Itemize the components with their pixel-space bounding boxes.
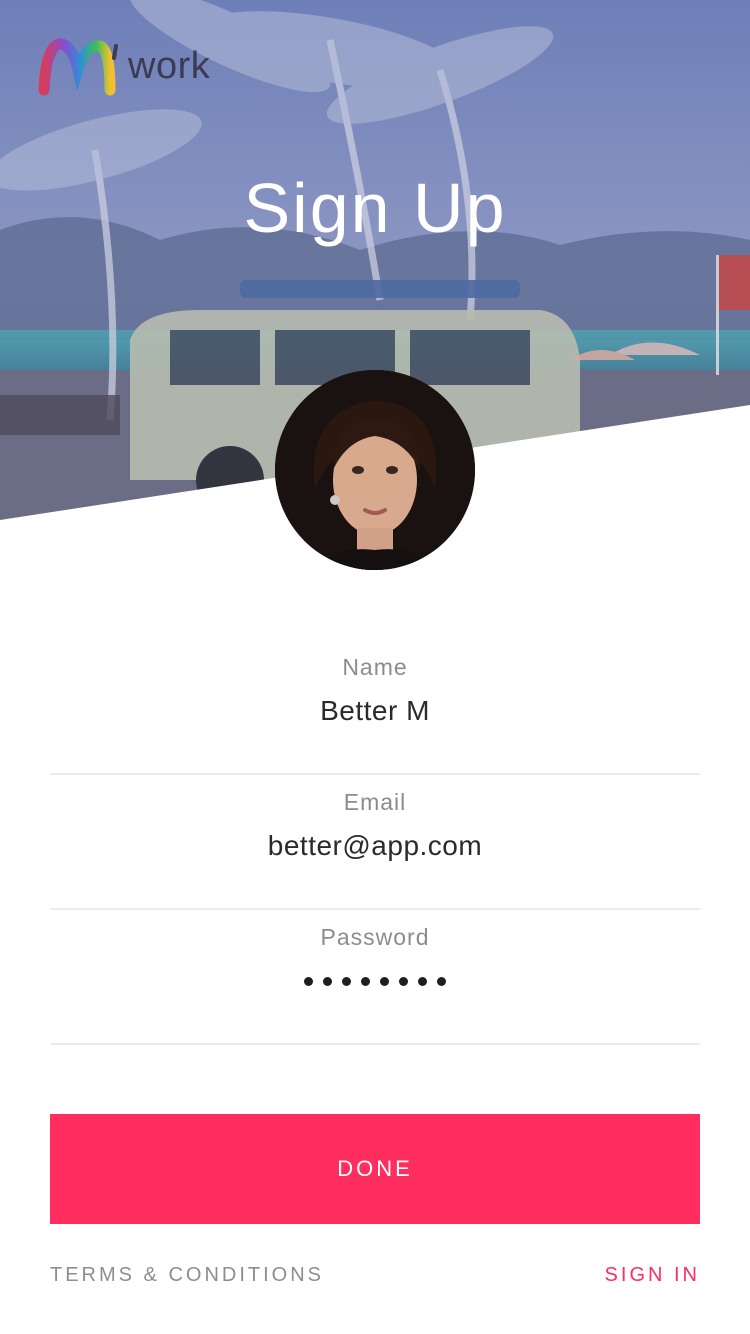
- name-input[interactable]: [50, 695, 700, 727]
- password-dot: [399, 977, 408, 986]
- page-title: Sign Up: [243, 169, 507, 247]
- done-button[interactable]: DONE: [50, 1114, 700, 1224]
- password-dot: [304, 977, 313, 986]
- profile-avatar[interactable]: [275, 370, 475, 570]
- avatar-portrait-image: [275, 370, 475, 570]
- email-field[interactable]: Email: [50, 775, 700, 910]
- password-dot: [418, 977, 427, 986]
- app-logo: work: [38, 36, 210, 96]
- email-input[interactable]: [50, 830, 700, 862]
- terms-conditions-link[interactable]: TERMS & CONDITIONS: [50, 1264, 324, 1287]
- name-label: Name: [342, 654, 408, 680]
- sign-in-link[interactable]: SIGN IN: [605, 1264, 700, 1287]
- password-dot: [437, 977, 446, 986]
- email-label: Email: [343, 789, 407, 815]
- password-dot: [380, 977, 389, 986]
- signup-form: Name Email Password: [50, 640, 700, 1045]
- password-dot: [323, 977, 332, 986]
- logo-text: work: [128, 44, 211, 87]
- name-field[interactable]: Name: [50, 640, 700, 775]
- password-label: Password: [320, 924, 430, 950]
- password-dot: [361, 977, 370, 986]
- logo-m-icon: [38, 38, 118, 96]
- password-input[interactable]: [50, 977, 700, 986]
- password-field[interactable]: Password: [50, 910, 700, 1045]
- password-dot: [342, 977, 351, 986]
